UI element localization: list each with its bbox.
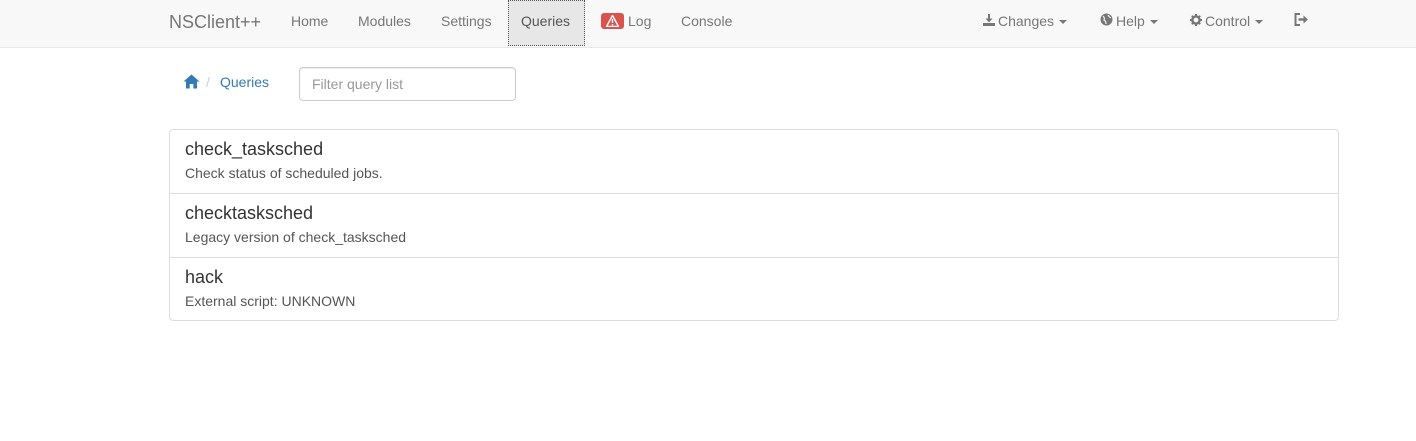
query-description: Check status of scheduled jobs.	[185, 165, 383, 181]
nav-modules[interactable]: Modules	[358, 0, 411, 46]
nav-control-label: Control	[1205, 13, 1251, 29]
nav-changes-dropdown[interactable]: Changes	[983, 0, 1068, 46]
query-name: hack	[185, 267, 224, 287]
nav-changes-label: Changes	[998, 13, 1055, 29]
nav-settings[interactable]: Settings	[441, 0, 492, 46]
list-item[interactable]: checktasksched Legacy version of check_t…	[170, 194, 1338, 258]
top-navbar: NSClient++ Home Modules Settings Queries…	[0, 0, 1416, 48]
nav-log-label: Log	[628, 13, 652, 29]
query-name: check_tasksched	[185, 139, 324, 159]
nav-home[interactable]: Home	[291, 0, 328, 46]
logout-icon	[1294, 0, 1309, 42]
list-item[interactable]: hack External script: UNKNOWN	[170, 258, 1338, 320]
warning-icon	[601, 12, 624, 29]
download-icon	[983, 0, 995, 42]
home-icon[interactable]	[183, 74, 200, 92]
breadcrumb-queries[interactable]: Queries	[220, 74, 269, 90]
caret-down-icon	[1255, 20, 1264, 25]
query-description: Legacy version of check_tasksched	[185, 229, 407, 245]
query-description: External script: UNKNOWN	[185, 293, 356, 309]
filter-query-input[interactable]	[299, 67, 516, 101]
nav-console[interactable]: Console	[681, 0, 732, 46]
nav-help-dropdown[interactable]: Help	[1100, 0, 1158, 46]
nav-log[interactable]: Log	[601, 0, 651, 46]
brand-link[interactable]: NSClient++	[169, 0, 261, 48]
list-item[interactable]: check_tasksched Check status of schedule…	[170, 130, 1338, 194]
nav-control-dropdown[interactable]: Control	[1190, 0, 1264, 46]
nav-queries[interactable]: Queries	[508, 0, 585, 46]
globe-icon	[1100, 0, 1113, 42]
caret-down-icon	[1149, 20, 1158, 25]
query-name: checktasksched	[185, 203, 314, 223]
query-list: check_tasksched Check status of schedule…	[169, 129, 1339, 321]
logout-button[interactable]	[1294, 0, 1312, 46]
breadcrumb-separator: /	[206, 74, 210, 90]
caret-down-icon	[1059, 20, 1068, 25]
gear-icon	[1190, 0, 1202, 42]
nav-help-label: Help	[1116, 13, 1145, 29]
